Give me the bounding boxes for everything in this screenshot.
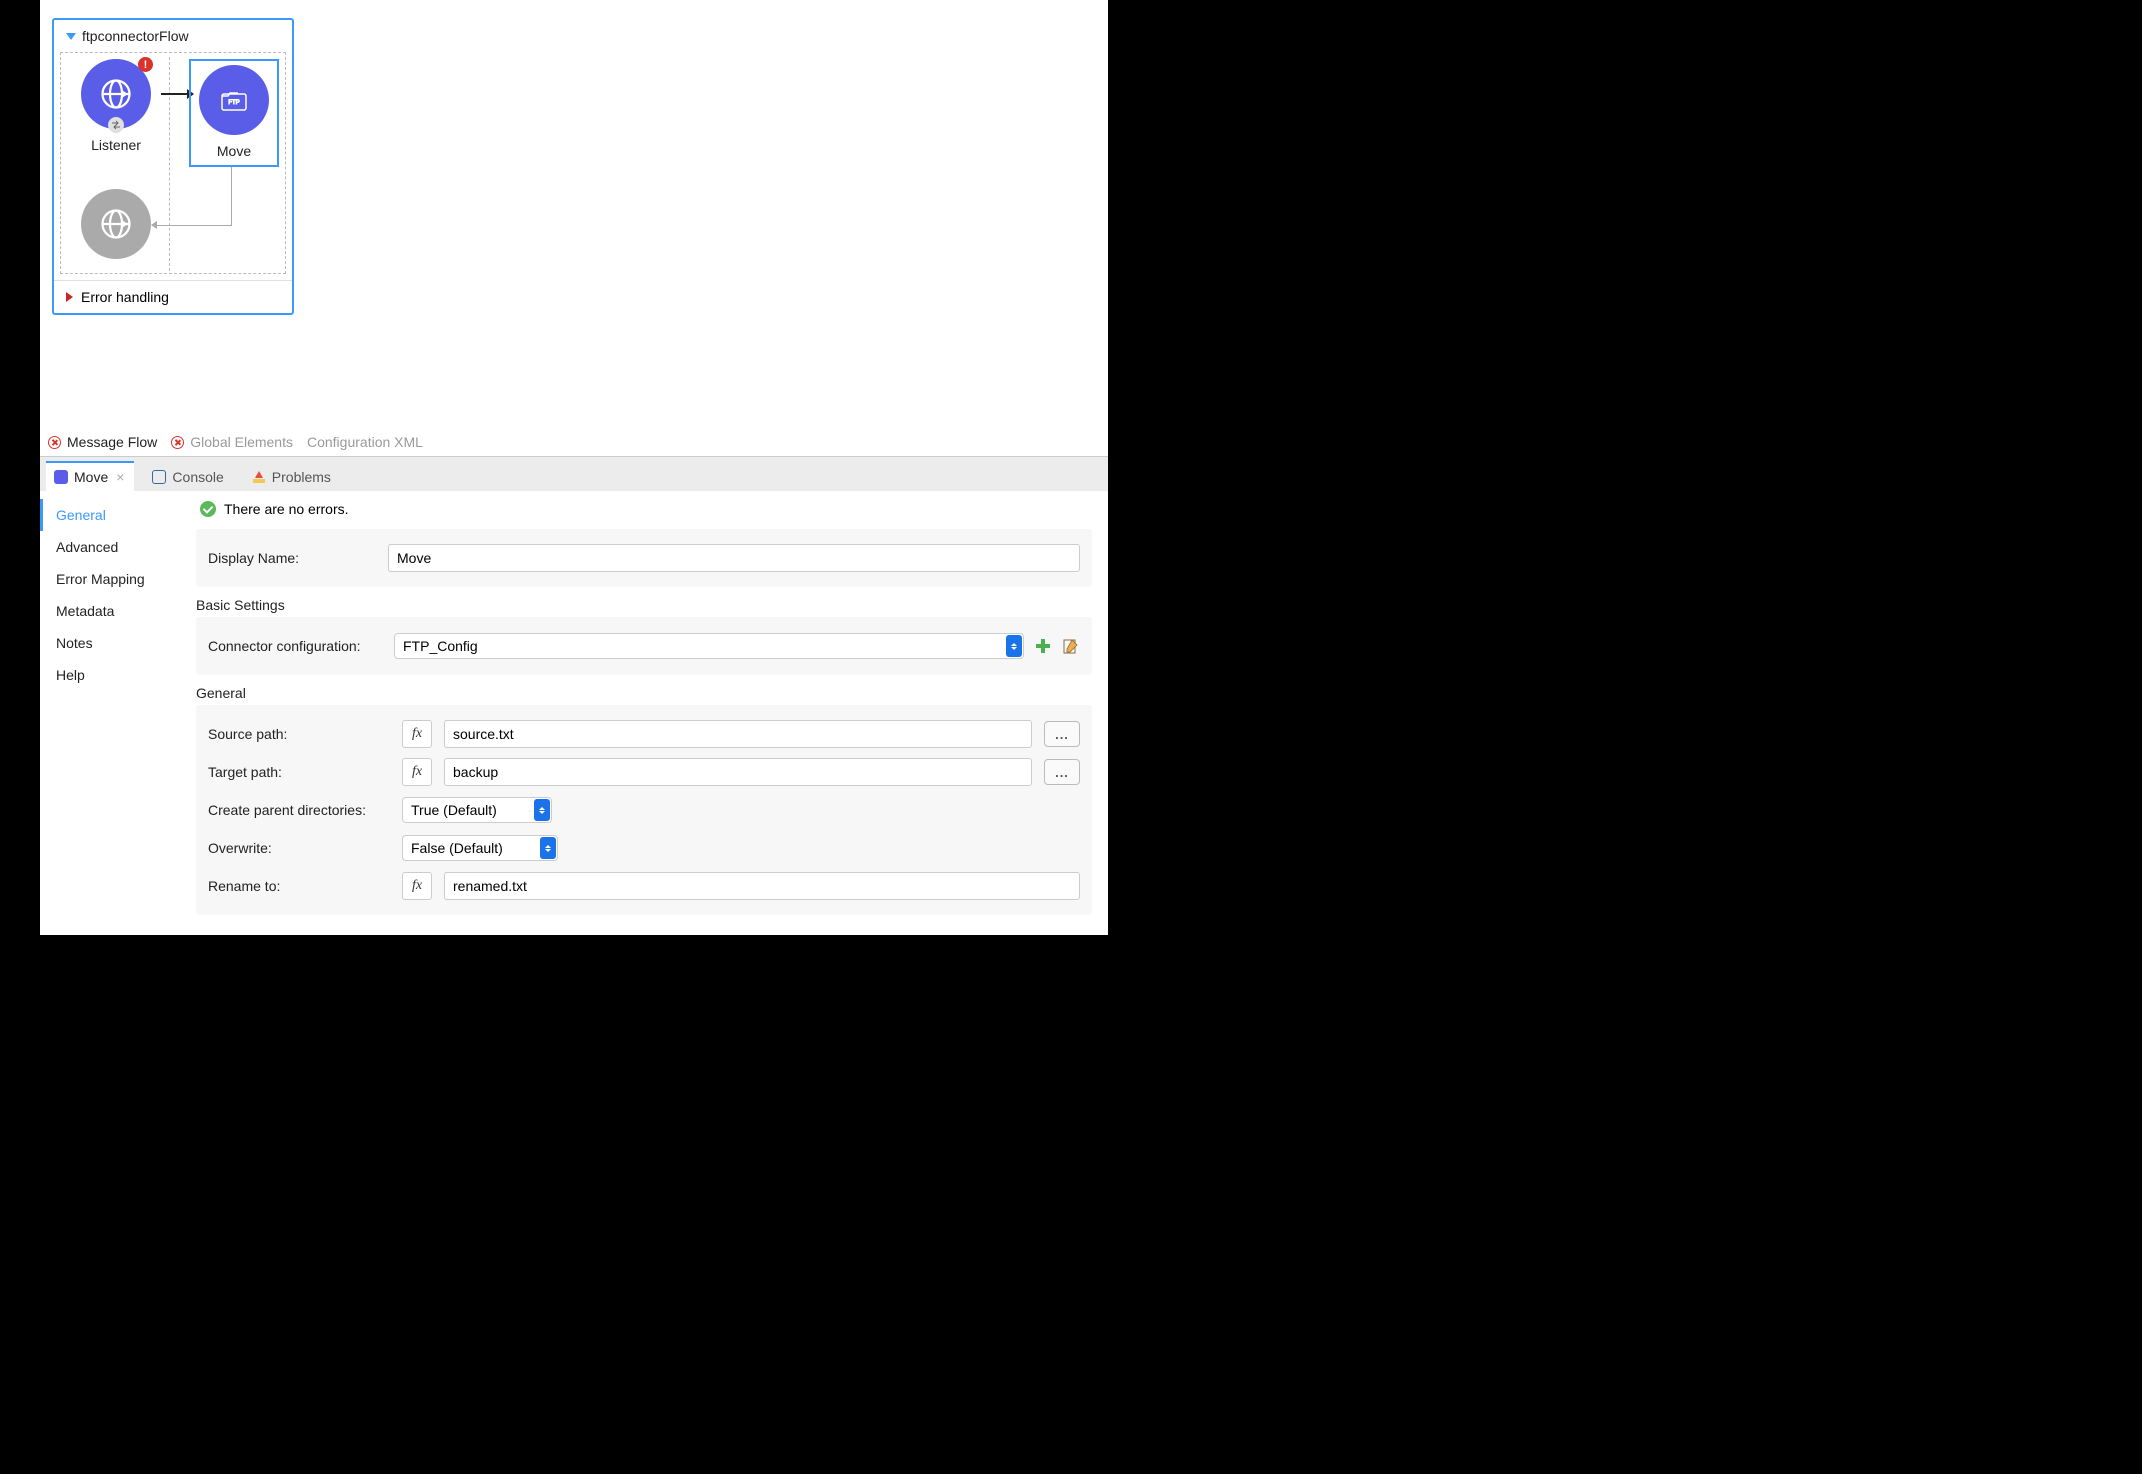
properties-form: There are no errors. Display Name: Basic… (188, 491, 1108, 935)
chevron-down-icon (66, 33, 76, 40)
tab-configuration-xml[interactable]: Configuration XML (307, 434, 423, 450)
overwrite-select[interactable]: False (Default) (402, 835, 558, 861)
target-path-input[interactable] (444, 758, 1032, 786)
connector-config-label: Connector configuration: (208, 638, 384, 654)
fx-button[interactable]: fx (402, 872, 432, 900)
tab-label: Move (74, 469, 108, 485)
target-path-label: Target path: (208, 764, 390, 780)
exchange-icon (108, 117, 124, 133)
display-name-input[interactable] (388, 544, 1080, 572)
validation-status: There are no errors. (196, 501, 1092, 517)
arrow-left-icon (151, 221, 157, 229)
tab-global-elements[interactable]: Global Elements (171, 434, 293, 450)
properties-tabs: Move × Console Problems (40, 457, 1108, 491)
fx-button[interactable]: fx (402, 758, 432, 786)
overwrite-label: Overwrite: (208, 840, 390, 856)
close-icon[interactable]: × (116, 469, 124, 485)
console-icon (152, 470, 166, 484)
edit-config-button[interactable] (1062, 637, 1080, 655)
flow-title: ftpconnectorFlow (82, 28, 189, 44)
source-path-label: Source path: (208, 726, 390, 742)
tab-label: Console (172, 469, 223, 485)
props-tab-console[interactable]: Console (144, 463, 233, 491)
properties-pane: Move × Console Problems General Advanced… (40, 456, 1108, 935)
flow-canvas[interactable]: ftpconnectorFlow ! Listener (40, 0, 1108, 430)
move-label: Move (195, 143, 273, 159)
tab-message-flow[interactable]: Message Flow (48, 434, 157, 450)
props-tab-problems[interactable]: Problems (244, 463, 341, 491)
tab-label: Configuration XML (307, 434, 423, 450)
browse-target-button[interactable]: ... (1044, 759, 1080, 785)
error-badge-icon: ! (138, 57, 153, 72)
svg-text:FTP: FTP (228, 100, 239, 106)
create-parent-label: Create parent directories: (208, 802, 390, 818)
flow-body[interactable]: ! Listener FTP Move (60, 52, 286, 274)
listener-node[interactable]: ! Listener (71, 59, 161, 153)
basic-settings-title: Basic Settings (196, 597, 1092, 613)
error-x-icon (48, 436, 61, 449)
props-tab-move[interactable]: Move × (46, 461, 134, 491)
nav-metadata[interactable]: Metadata (40, 595, 188, 627)
source-path-input[interactable] (444, 720, 1032, 748)
editor-tabs: Message Flow Global Elements Configurati… (40, 430, 1108, 456)
connector-line (157, 225, 232, 226)
flow-container[interactable]: ftpconnectorFlow ! Listener (52, 18, 294, 315)
error-handling-header[interactable]: Error handling (54, 280, 292, 313)
listener-label: Listener (71, 137, 161, 153)
globe-icon: ! (81, 59, 151, 129)
browse-source-button[interactable]: ... (1044, 721, 1080, 747)
nav-advanced[interactable]: Advanced (40, 531, 188, 563)
flow-header[interactable]: ftpconnectorFlow (54, 20, 292, 52)
status-text: There are no errors. (224, 501, 349, 517)
nav-general[interactable]: General (40, 499, 188, 531)
globe-icon (81, 189, 151, 259)
properties-side-nav: General Advanced Error Mapping Metadata … (40, 491, 188, 935)
move-node[interactable]: FTP Move (189, 59, 279, 167)
nav-notes[interactable]: Notes (40, 627, 188, 659)
lane-divider (169, 57, 170, 271)
connector-config-select[interactable]: FTP_Config (394, 633, 1024, 659)
tab-label: Message Flow (67, 434, 157, 450)
tab-label: Global Elements (190, 434, 293, 450)
error-x-icon (171, 436, 184, 449)
check-icon (200, 501, 216, 517)
move-tab-icon (54, 470, 68, 484)
nav-error-mapping[interactable]: Error Mapping (40, 563, 188, 595)
rename-to-label: Rename to: (208, 878, 390, 894)
general-section-title: General (196, 685, 1092, 701)
error-listener-node[interactable] (71, 189, 161, 259)
error-handling-label: Error handling (81, 289, 169, 305)
display-name-label: Display Name: (208, 550, 376, 566)
connector-line (231, 167, 232, 225)
create-parent-select[interactable]: True (Default) (402, 797, 552, 823)
ftp-folder-icon: FTP (199, 65, 269, 135)
tab-label: Problems (272, 469, 331, 485)
add-config-button[interactable] (1034, 637, 1052, 655)
problems-icon (252, 470, 266, 484)
rename-to-input[interactable] (444, 872, 1080, 900)
nav-help[interactable]: Help (40, 659, 188, 691)
fx-button[interactable]: fx (402, 720, 432, 748)
chevron-right-icon (66, 292, 73, 302)
